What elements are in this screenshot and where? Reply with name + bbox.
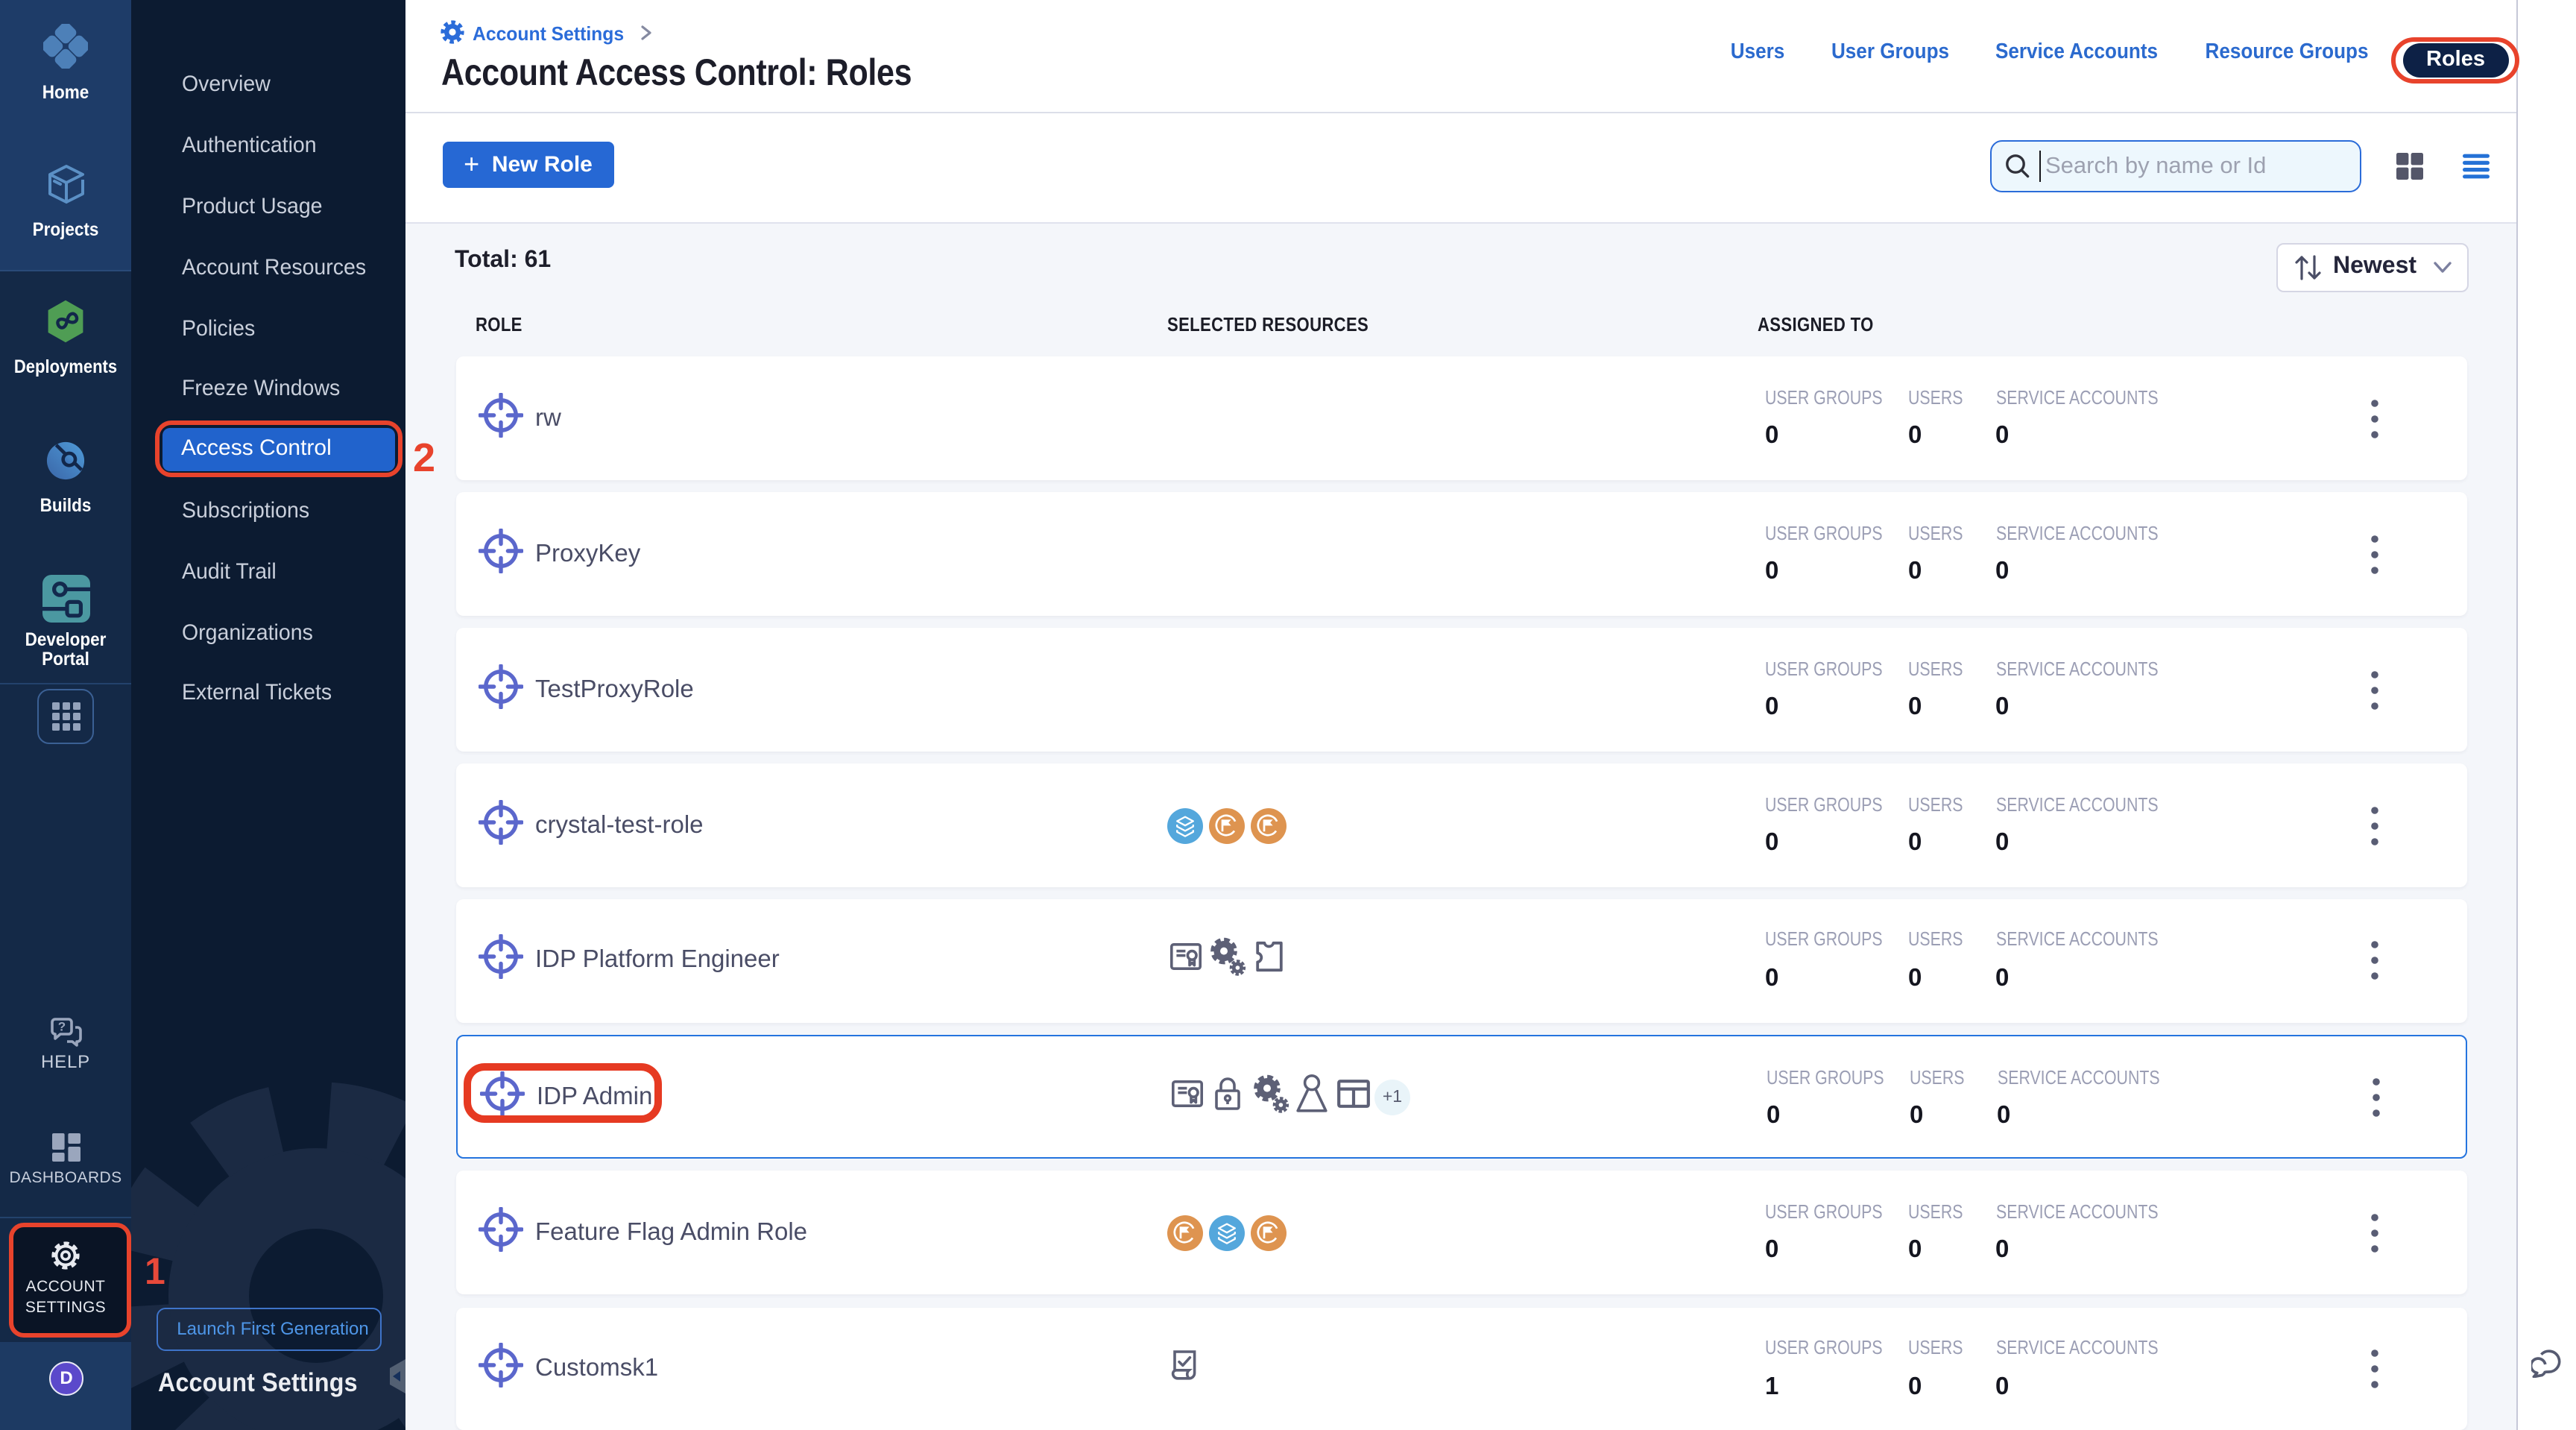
svg-text:?: ?: [58, 1020, 66, 1034]
